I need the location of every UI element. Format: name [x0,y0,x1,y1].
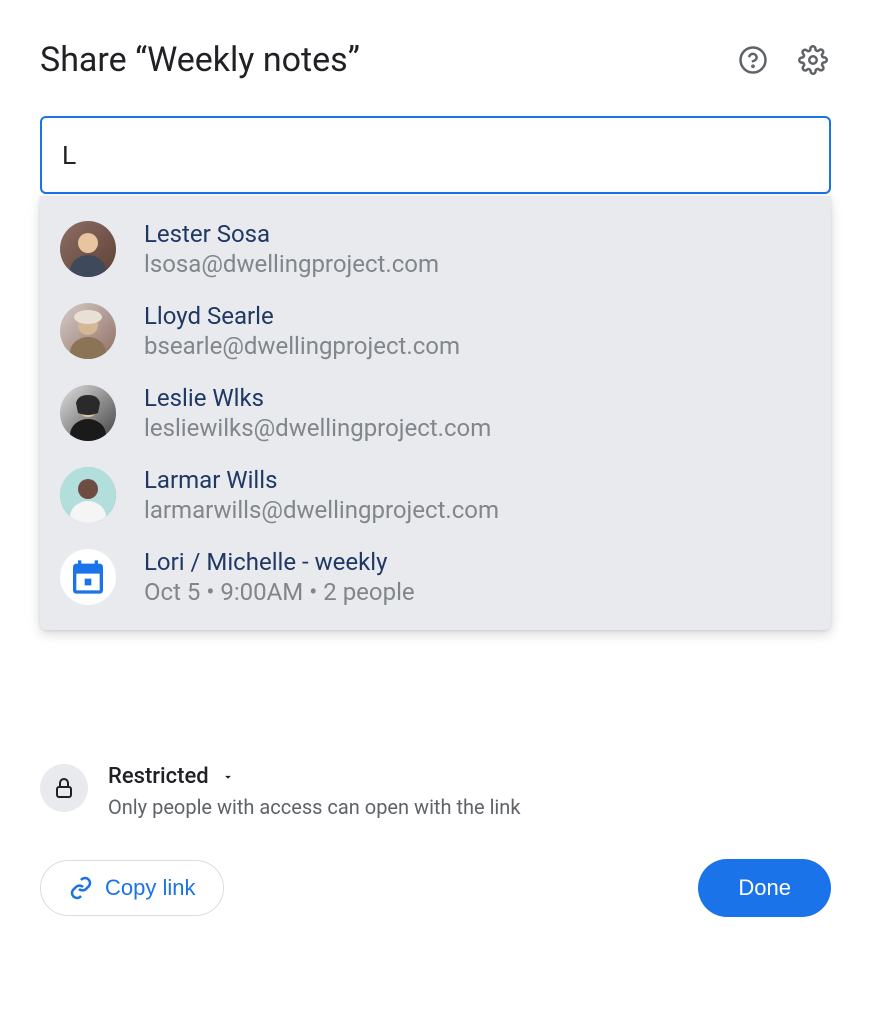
avatar [60,303,116,359]
copy-link-label: Copy link [105,875,195,901]
people-search-input[interactable] [40,116,831,194]
suggestion-name: Lori / Michelle - weekly [144,548,415,576]
help-button[interactable] [735,42,771,78]
dialog-header: Share “Weekly notes” [40,40,831,80]
header-actions [735,42,831,78]
avatar [60,385,116,441]
access-info: Restricted Only people with access can o… [108,764,520,819]
suggestion-text: Lloyd Searle bsearle@dwellingproject.com [144,302,460,360]
general-access-section: Restricted Only people with access can o… [40,764,831,819]
access-dropdown[interactable]: Restricted [108,764,520,789]
settings-button[interactable] [795,42,831,78]
gear-icon [798,45,828,75]
suggestion-item[interactable]: Lori / Michelle - weekly Oct 5 • 9:00AM … [40,536,831,618]
chevron-down-icon [221,770,235,784]
suggestion-email: bsearle@dwellingproject.com [144,332,460,360]
calendar-avatar [60,549,116,605]
suggestion-item[interactable]: Lloyd Searle bsearle@dwellingproject.com [40,290,831,372]
suggestion-text: Larmar Wills larmarwills@dwellingproject… [144,466,499,524]
suggestion-text: Lester Sosa lsosa@dwellingproject.com [144,220,439,278]
help-icon [738,45,768,75]
suggestion-name: Leslie Wlks [144,384,491,412]
suggestion-email: larmarwills@dwellingproject.com [144,496,499,524]
dialog-footer: Copy link Done [40,859,831,917]
search-container: Lester Sosa lsosa@dwellingproject.com Ll… [40,116,831,194]
suggestion-meta: Oct 5 • 9:00AM • 2 people [144,578,415,606]
copy-link-button[interactable]: Copy link [40,860,224,916]
suggestion-text: Lori / Michelle - weekly Oct 5 • 9:00AM … [144,548,415,606]
suggestion-email: lesliewilks@dwellingproject.com [144,414,491,442]
calendar-icon [68,557,108,597]
suggestion-item[interactable]: Leslie Wlks lesliewilks@dwellingproject.… [40,372,831,454]
suggestion-name: Larmar Wills [144,466,499,494]
access-label: Restricted [108,764,209,789]
avatar [60,467,116,523]
dialog-title: Share “Weekly notes” [40,40,360,80]
share-dialog: Share “Weekly notes” [0,0,871,957]
suggestion-name: Lloyd Searle [144,302,460,330]
avatar [60,221,116,277]
lock-badge [40,764,88,812]
suggestion-email: lsosa@dwellingproject.com [144,250,439,278]
suggestion-text: Leslie Wlks lesliewilks@dwellingproject.… [144,384,491,442]
suggestions-dropdown: Lester Sosa lsosa@dwellingproject.com Ll… [40,196,831,630]
link-icon [69,876,93,900]
suggestion-name: Lester Sosa [144,220,439,248]
lock-icon [52,776,76,800]
suggestion-item[interactable]: Larmar Wills larmarwills@dwellingproject… [40,454,831,536]
suggestion-item[interactable]: Lester Sosa lsosa@dwellingproject.com [40,208,831,290]
access-description: Only people with access can open with th… [108,795,520,819]
done-button[interactable]: Done [698,859,831,917]
